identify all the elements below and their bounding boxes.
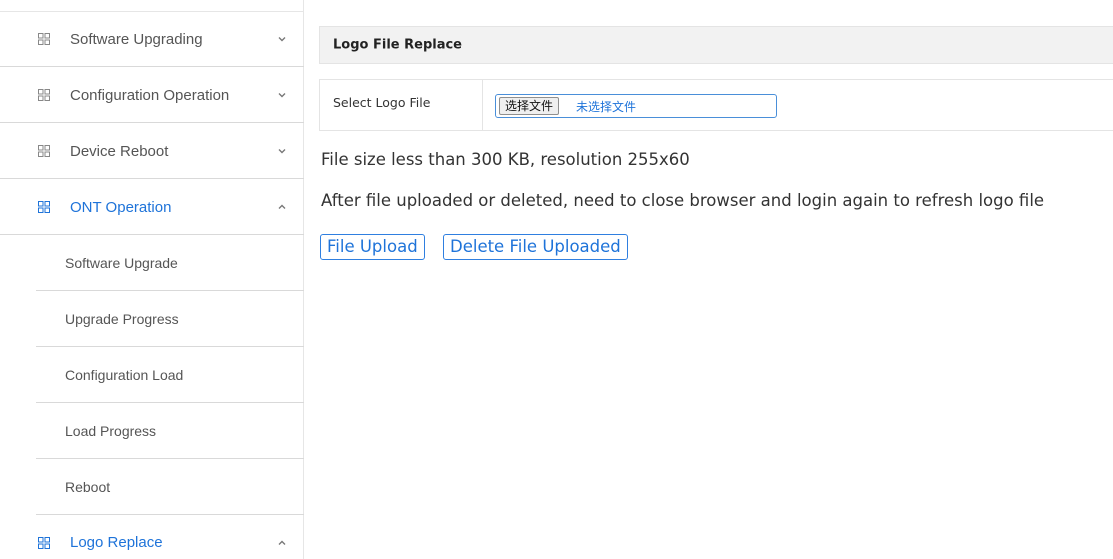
sidebar-subitem-load-progress[interactable]: Load Progress [36, 403, 304, 459]
sidebar-subitem-label: Reboot [65, 478, 111, 495]
sidebar-subitem-label: Configuration Load [65, 366, 184, 383]
sidebar-item-configuration-operation[interactable]: Configuration Operation [0, 68, 304, 123]
grid-icon [38, 145, 50, 157]
choose-file-button[interactable]: 选择文件 [499, 97, 560, 115]
chevron-down-icon [278, 37, 286, 42]
file-upload-button[interactable]: File Upload [320, 234, 425, 260]
panel-header: Logo File Replace [319, 26, 1113, 64]
sidebar-subitem-label: Load Progress [65, 422, 157, 439]
sidebar-item-label: Device Reboot [70, 142, 169, 160]
sidebar-subitem-reboot[interactable]: Reboot [36, 459, 304, 515]
sidebar-subitem-configuration-load[interactable]: Configuration Load [36, 347, 304, 403]
chevron-up-icon [278, 204, 286, 209]
sidebar-subitem-label: Upgrade Progress [65, 310, 179, 327]
sidebar-item-label: Configuration Operation [70, 86, 230, 104]
grid-icon [38, 201, 50, 213]
sidebar-item-device-reboot[interactable]: Device Reboot [0, 124, 304, 179]
sidebar-item-ont-operation[interactable]: ONT Operation [0, 180, 304, 235]
grid-icon [38, 33, 50, 45]
select-logo-row: Select Logo File 选择文件 未选择文件 [319, 79, 1113, 131]
file-status-text: 未选择文件 [576, 100, 637, 114]
sidebar-item-label: Software Upgrading [70, 30, 203, 48]
label-cell: Select Logo File [320, 80, 483, 130]
chevron-down-icon [278, 93, 286, 98]
sidebar-item-software-upgrading[interactable]: Software Upgrading [0, 12, 304, 67]
page-title: Logo File Replace [333, 37, 462, 53]
sidebar: Software Upgrading Configuration Operati… [0, 0, 304, 559]
select-logo-label: Select Logo File [333, 95, 431, 110]
grid-icon [38, 536, 50, 549]
sidebar-subitem-software-upgrade[interactable]: Software Upgrade [36, 235, 304, 291]
sidebar-item-label: Logo Replace [70, 534, 163, 551]
file-size-note: File size less than 300 KB, resolution 2… [321, 150, 690, 169]
sidebar-subitem-label: Software Upgrade [65, 254, 178, 271]
sidebar-item-label: ONT Operation [70, 198, 172, 216]
grid-icon [38, 89, 50, 101]
logo-file-input[interactable]: 选择文件 未选择文件 [495, 94, 777, 118]
chevron-down-icon [278, 149, 286, 154]
delete-file-button[interactable]: Delete File Uploaded [443, 234, 628, 260]
sidebar-subitem-upgrade-progress[interactable]: Upgrade Progress [36, 291, 304, 347]
chevron-up-icon [278, 540, 286, 545]
page: Software Upgrading Configuration Operati… [0, 0, 1113, 559]
sidebar-item-logo-replace[interactable]: Logo Replace [0, 515, 304, 559]
refresh-note: After file uploaded or deleted, need to … [321, 191, 1045, 210]
